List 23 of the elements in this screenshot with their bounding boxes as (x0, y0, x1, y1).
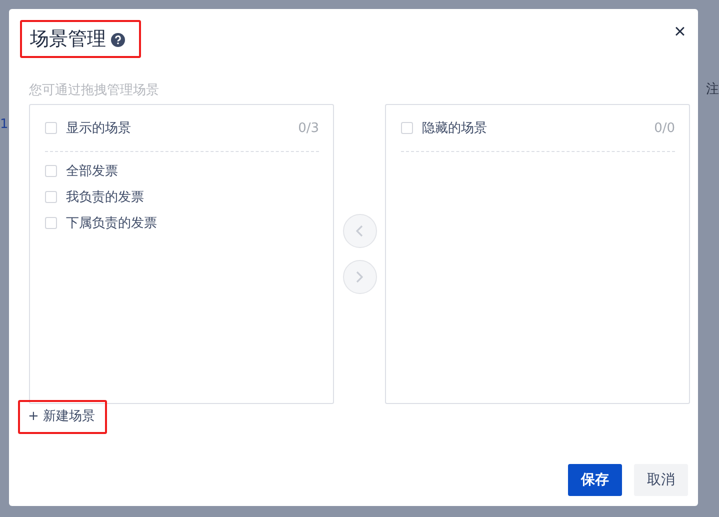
save-button[interactable]: 保存 (568, 464, 622, 496)
row-number: 1 (0, 117, 8, 132)
panel-title: 显示的场景 (66, 120, 131, 137)
table-text: 注 (706, 81, 719, 98)
help-icon[interactable] (111, 33, 125, 47)
checkbox[interactable] (45, 165, 57, 177)
chevron-left-icon (356, 225, 363, 237)
item-count: 0/3 (298, 120, 319, 136)
dialog-title: 场景管理 (30, 27, 106, 52)
chevron-right-icon (356, 271, 363, 283)
close-button[interactable]: × (672, 22, 688, 42)
item-count: 0/0 (654, 120, 675, 136)
new-scene-button[interactable]: + 新建场景 (28, 405, 96, 429)
checkbox[interactable] (45, 217, 57, 229)
panel-title: 隐藏的场景 (422, 120, 487, 137)
list-item[interactable]: 下属负责的发票 (66, 214, 157, 232)
hint-text: 您可通过拖拽管理场景 (29, 82, 160, 99)
checkbox[interactable] (45, 191, 57, 203)
list-item[interactable]: 全部发票 (66, 162, 118, 180)
cancel-button[interactable]: 取消 (634, 464, 688, 496)
list-item[interactable]: 我负责的发票 (66, 188, 144, 206)
checkbox[interactable] (45, 122, 57, 134)
checkbox[interactable] (401, 122, 413, 134)
